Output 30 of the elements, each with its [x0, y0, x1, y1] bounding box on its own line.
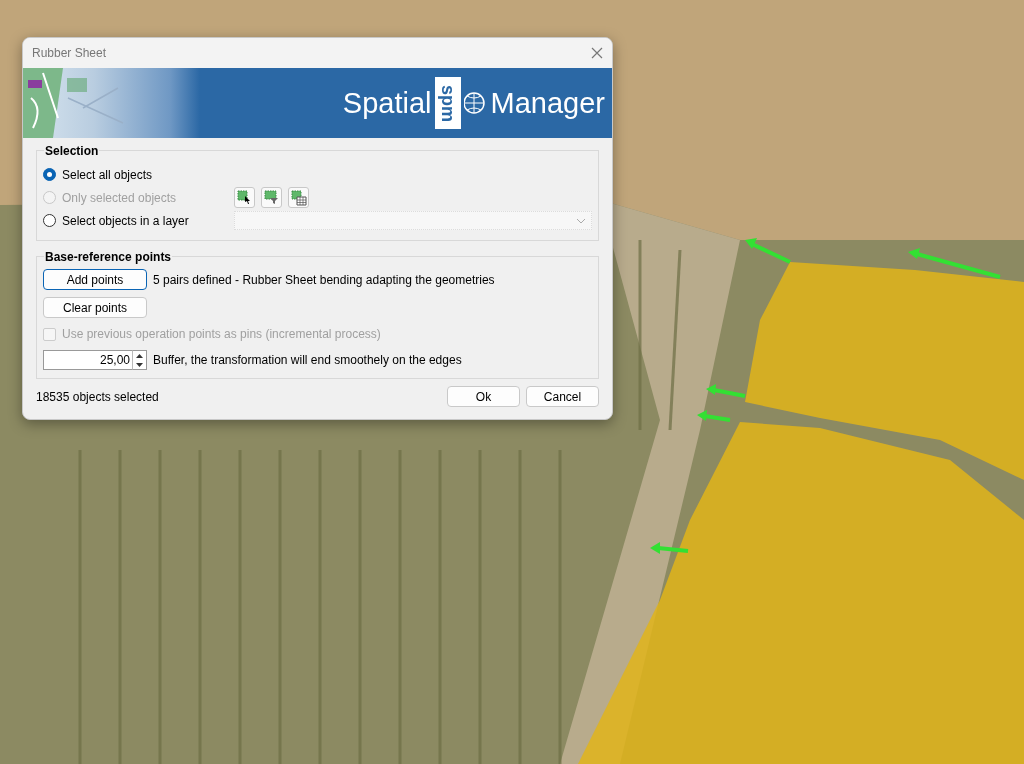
arrow-drawing [706, 384, 746, 398]
radio-label[interactable]: Select objects in a layer [62, 211, 222, 230]
radio-label[interactable]: Select all objects [62, 165, 222, 184]
buffer-description: Buffer, the transformation will end smoothely on the edges [153, 352, 462, 369]
radio-button[interactable] [43, 168, 56, 181]
down-arrow-icon [136, 362, 143, 367]
spin-buttons[interactable] [132, 350, 147, 370]
add-points-button[interactable]: Add points [43, 269, 147, 290]
radio-label: Only selected objects [62, 189, 178, 207]
dialog-button[interactable]: Cancel [526, 386, 599, 407]
chevron-icon [576, 217, 586, 224]
window-title: Rubber Sheet [32, 45, 107, 62]
buffer-input-field[interactable]: 25,00 [43, 350, 132, 370]
arrow-drawing [697, 410, 731, 422]
up-arrow-icon [136, 353, 143, 358]
selection-count: 18535 objects selected [36, 388, 159, 406]
arrow-drawing [745, 238, 791, 264]
table-select-icon[interactable] [288, 187, 309, 208]
clear-points-button[interactable]: Clear points [43, 297, 147, 318]
checkbox-label: Use previous operation points as pins (incremental process) [62, 326, 381, 343]
logo-text: Manager [490, 88, 605, 118]
cursor-select-icon[interactable] [234, 187, 255, 208]
arrow-drawing [650, 542, 689, 554]
funnel-select-icon[interactable] [261, 187, 282, 208]
dialog-button[interactable]: Ok [447, 386, 520, 407]
radio-button[interactable] [43, 214, 56, 227]
logo-text: Spatial [342, 88, 432, 118]
status-text: 5 pairs defined - Rubber Sheet bending adapting the geometries [153, 271, 495, 289]
close-icon[interactable] [591, 47, 603, 59]
logo-mark: spm [434, 77, 461, 129]
